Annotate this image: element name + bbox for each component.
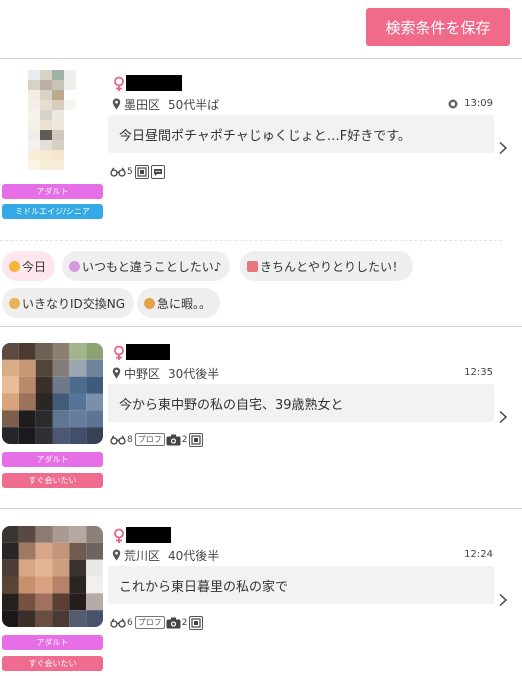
post-stats: 8 プロフ 2: [110, 432, 205, 447]
dotted-divider: [0, 240, 502, 241]
party-emoji-icon: [69, 260, 80, 272]
female-icon: [114, 345, 124, 360]
letter-emoji-icon: [247, 260, 258, 272]
age-text: 50代半ば: [168, 97, 220, 112]
chevron-right-icon[interactable]: [498, 141, 508, 155]
chat-icon: [150, 164, 165, 179]
photo-count: 2: [181, 617, 188, 628]
glasses-icon: [110, 433, 126, 447]
post-time: 13:09: [448, 98, 493, 109]
badge-want-to-meet-soon: すぐ会いたい: [2, 473, 103, 488]
divider: [0, 508, 522, 509]
location-age: 墨田区 50代半ば: [112, 97, 220, 112]
post-time: 12:24: [464, 549, 493, 560]
tag-something-different[interactable]: いつもと違うことしたい♪: [62, 251, 231, 281]
divider: [0, 58, 522, 59]
avatar[interactable]: [28, 70, 76, 180]
id-card-icon: [189, 432, 204, 447]
female-icon: [114, 528, 124, 543]
location-pin-icon: [112, 367, 121, 379]
person-emoji-icon: [9, 297, 20, 309]
view-count: 5: [127, 166, 133, 177]
badge-adult: アダルト: [2, 635, 103, 650]
tag-label: いきなりID交換NG: [22, 296, 126, 311]
save-search-conditions-button[interactable]: 検索条件を保存: [366, 8, 510, 46]
clock-icon: [448, 99, 458, 108]
location-text: 中野区: [124, 366, 161, 381]
tag-label: いつもと違うことしたい♪: [82, 259, 222, 274]
tag-label: 今日: [22, 259, 47, 274]
post-message[interactable]: これから東日暮里の私の家で: [108, 566, 494, 604]
age-text: 30代後半: [168, 366, 220, 381]
camera-icon: [166, 616, 181, 630]
view-count: 8: [127, 434, 133, 445]
badge-adult: アダルト: [2, 184, 103, 199]
profile-label: プロフ: [134, 433, 165, 446]
location-age: 中野区 30代後半: [112, 366, 220, 381]
post-message[interactable]: 今から東中野の私の自宅、39歳熟女と: [108, 384, 494, 422]
tag-proper-exchange[interactable]: きちんとやりとりしたい！: [240, 251, 414, 281]
tag-suddenly-free[interactable]: 急に暇。。: [137, 288, 221, 318]
post-stats: 5: [110, 164, 167, 179]
photo-count: 2: [181, 434, 188, 445]
time-text: 13:09: [464, 98, 493, 109]
smile-emoji-icon: [9, 260, 20, 272]
id-card-icon: [189, 615, 204, 630]
username-redacted: [126, 75, 182, 91]
location-age: 荒川区 40代後半: [112, 548, 220, 563]
location-text: 荒川区: [124, 548, 161, 563]
female-icon: [114, 76, 124, 91]
camera-icon: [166, 433, 181, 447]
location-pin-icon: [112, 98, 121, 110]
post-stats: 6 プロフ 2: [110, 615, 205, 630]
chevron-right-icon[interactable]: [498, 593, 508, 607]
divider: [0, 326, 522, 327]
location-text: 墨田区: [124, 97, 161, 112]
avatar[interactable]: [2, 526, 103, 627]
profile-label: プロフ: [134, 616, 165, 629]
badge-middle-age-senior: ミドルエイジ/シニア: [2, 204, 103, 219]
post-message[interactable]: 今日昼間ポチャポチャじゅくじょと…F好きです。: [108, 115, 494, 153]
tag-today[interactable]: 今日: [2, 251, 56, 281]
tag-label: 急に暇。。: [157, 296, 212, 311]
chevron-right-icon[interactable]: [498, 410, 508, 424]
username-redacted: [126, 344, 170, 360]
view-count: 6: [127, 617, 133, 628]
time-text: 12:35: [464, 367, 493, 378]
glasses-icon: [110, 616, 126, 630]
username-redacted: [126, 527, 171, 543]
age-text: 40代後半: [168, 548, 220, 563]
badge-adult: アダルト: [2, 452, 103, 467]
post-time: 12:35: [464, 367, 493, 378]
glasses-icon: [110, 165, 126, 179]
time-text: 12:24: [464, 549, 493, 560]
frown-emoji-icon: [144, 297, 155, 309]
tag-no-sudden-id-exchange[interactable]: いきなりID交換NG: [2, 288, 135, 318]
location-pin-icon: [112, 549, 121, 561]
id-card-icon: [134, 164, 149, 179]
tag-label: きちんとやりとりしたい！: [260, 259, 405, 274]
avatar[interactable]: [2, 343, 103, 444]
badge-want-to-meet-soon: すぐ会いたい: [2, 656, 103, 671]
